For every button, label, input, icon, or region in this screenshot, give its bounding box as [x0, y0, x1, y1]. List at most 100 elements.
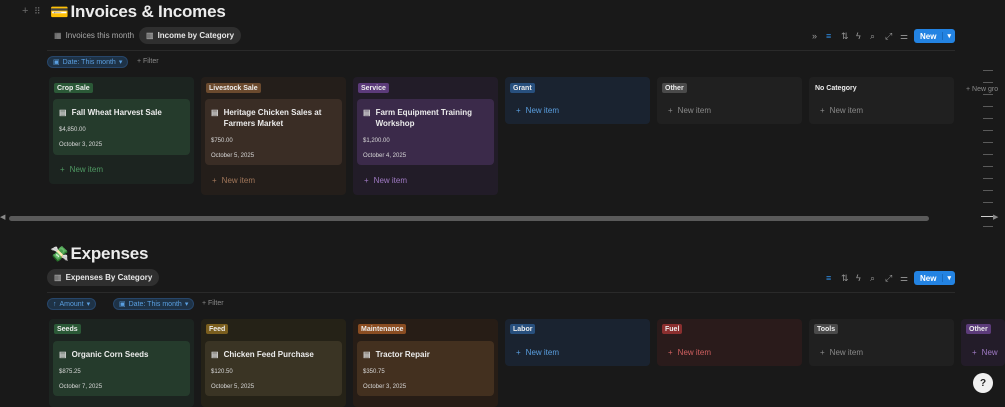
- outline-mark[interactable]: [983, 178, 993, 179]
- tab-income-by-category[interactable]: ▥ Income by Category: [139, 27, 242, 44]
- scroll-right-icon[interactable]: ▶: [993, 213, 998, 221]
- document-icon: ▤: [363, 350, 371, 359]
- board-icon: ▥: [146, 31, 154, 40]
- plus-icon: +: [516, 348, 521, 357]
- outline-mark[interactable]: [983, 154, 993, 155]
- new-item-other-expenses[interactable]: + New: [972, 348, 998, 357]
- tag-grant[interactable]: Grant: [510, 83, 535, 93]
- scroll-left-icon[interactable]: ◀: [0, 213, 5, 221]
- horizontal-scrollbar[interactable]: [9, 216, 929, 221]
- tab-expenses-by-category[interactable]: ▥ Expenses By Category: [47, 269, 160, 286]
- new-item-no-category[interactable]: + New item: [820, 106, 863, 115]
- credit-card-icon: 💳: [50, 4, 69, 21]
- plus-icon: +: [820, 348, 825, 357]
- card-farm-equipment[interactable]: ▤ Farm Equipment Training Workshop $1,200…: [357, 99, 494, 165]
- amount-filter-pill[interactable]: ↑ Amount ▾: [47, 298, 97, 310]
- search-icon[interactable]: ⌕: [870, 31, 875, 42]
- divider: [47, 292, 955, 293]
- outline-mark[interactable]: [983, 130, 993, 131]
- date-filter-pill[interactable]: ▣ Date: This month ▾: [113, 298, 195, 310]
- tag-livestock-sale[interactable]: Livestock Sale: [206, 83, 261, 93]
- date-filter-pill[interactable]: ▣ Date: This month ▾: [47, 56, 129, 68]
- lightning-icon[interactable]: ϟ: [856, 273, 861, 283]
- tag-crop-sale[interactable]: Crop Sale: [54, 83, 93, 93]
- lightning-icon[interactable]: ϟ: [856, 31, 861, 41]
- outline-mark[interactable]: [983, 166, 993, 167]
- outline-mark[interactable]: [983, 226, 993, 227]
- sort-icon[interactable]: ⇅: [841, 31, 849, 42]
- new-group-button[interactable]: + New gro: [966, 86, 1005, 93]
- outline-mark-active[interactable]: [981, 216, 993, 217]
- filter-icon[interactable]: ≡: [826, 273, 831, 283]
- expand-icon[interactable]: ⤢: [885, 273, 892, 284]
- card-tractor-repair[interactable]: ▤ Tractor Repair $350.75 October 3, 2025: [357, 341, 494, 396]
- chevron-down-icon: ▾: [184, 301, 189, 308]
- chevron-down-icon: ▾: [118, 59, 123, 66]
- settings-icon[interactable]: ⚌: [900, 273, 908, 284]
- chevron-down-icon: ▾: [86, 301, 91, 308]
- card-fall-wheat[interactable]: ▤ Fall Wheat Harvest Sale $4,850.00 Octob…: [53, 99, 190, 155]
- drag-handle-icon[interactable]: ⠿: [34, 6, 41, 17]
- outline-mark[interactable]: [983, 70, 993, 71]
- new-button[interactable]: New ▾: [914, 29, 955, 43]
- tag-other[interactable]: Other: [662, 83, 687, 93]
- plus-icon: +: [668, 348, 673, 357]
- search-icon[interactable]: ⌕: [870, 273, 875, 284]
- expand-icon[interactable]: ⤢: [885, 31, 892, 42]
- new-item-other[interactable]: + New item: [668, 106, 711, 115]
- add-block-icon[interactable]: +: [22, 5, 28, 17]
- tag-fuel[interactable]: Fuel: [662, 324, 683, 334]
- new-item-fuel[interactable]: + New item: [668, 348, 711, 357]
- outline-mark[interactable]: [983, 106, 993, 107]
- document-icon: ▤: [211, 350, 219, 359]
- tab-invoices-this-month[interactable]: ▦ Invoices this month: [47, 27, 141, 44]
- tag-no-category: No Category: [815, 84, 857, 92]
- calendar-icon: ▣: [119, 301, 126, 308]
- tag-tools[interactable]: Tools: [814, 324, 839, 334]
- settings-icon[interactable]: ⚌: [900, 31, 908, 42]
- card-heritage-chicken[interactable]: ▤ Heritage Chicken Sales at Farmers Marke…: [205, 99, 342, 165]
- tag-seeds[interactable]: Seeds: [54, 324, 81, 334]
- plus-icon: +: [668, 106, 673, 115]
- new-item-livestock-sale[interactable]: + New item: [212, 176, 255, 185]
- chevron-down-icon[interactable]: ▾: [942, 274, 955, 282]
- plus-icon: +: [60, 165, 65, 174]
- new-item-service[interactable]: + New item: [364, 176, 407, 185]
- new-item-labor[interactable]: + New item: [516, 348, 559, 357]
- outline-mark[interactable]: [983, 82, 993, 83]
- filter-icon[interactable]: ≡: [826, 31, 831, 41]
- tag-labor[interactable]: Labor: [510, 324, 536, 334]
- expenses-title: 💸 Expenses: [50, 244, 149, 263]
- new-item-crop-sale[interactable]: + New item: [60, 165, 103, 174]
- document-icon: ▤: [363, 108, 371, 117]
- new-button[interactable]: New ▾: [914, 271, 955, 285]
- board-icon: ▥: [54, 273, 62, 282]
- table-icon: ▦: [54, 31, 62, 40]
- tag-service[interactable]: Service: [358, 83, 389, 93]
- outline-mark[interactable]: [983, 202, 993, 203]
- new-item-grant[interactable]: + New item: [516, 106, 559, 115]
- chevrons-right-icon[interactable]: »: [812, 31, 817, 41]
- document-icon: ▤: [59, 350, 67, 359]
- money-wings-icon: 💸: [50, 246, 69, 263]
- outline-mark[interactable]: [983, 190, 993, 191]
- help-icon[interactable]: ?: [973, 373, 993, 393]
- sort-icon[interactable]: ⇅: [841, 273, 849, 284]
- plus-icon: +: [820, 106, 825, 115]
- document-icon: ▤: [211, 108, 219, 117]
- add-filter-button[interactable]: + Filter: [202, 300, 224, 307]
- tag-feed[interactable]: Feed: [206, 324, 229, 334]
- plus-icon: +: [212, 176, 217, 185]
- chevron-down-icon[interactable]: ▾: [942, 32, 955, 40]
- outline-mark[interactable]: [983, 94, 993, 95]
- add-filter-button[interactable]: + Filter: [137, 58, 159, 65]
- invoices-title: 💳 Invoices & Incomes: [50, 2, 226, 21]
- sort-arrow-icon: ↑: [53, 300, 57, 308]
- new-item-tools[interactable]: + New item: [820, 348, 863, 357]
- outline-mark[interactable]: [983, 118, 993, 119]
- tag-maintenance[interactable]: Maintenance: [358, 324, 407, 334]
- tag-other-expenses[interactable]: Other: [966, 324, 991, 334]
- card-organic-corn[interactable]: ▤ Organic Corn Seeds $875.25 October 7, 2…: [53, 341, 190, 396]
- card-chicken-feed[interactable]: ▤ Chicken Feed Purchase $120.50 October 5…: [205, 341, 342, 396]
- outline-mark[interactable]: [983, 142, 993, 143]
